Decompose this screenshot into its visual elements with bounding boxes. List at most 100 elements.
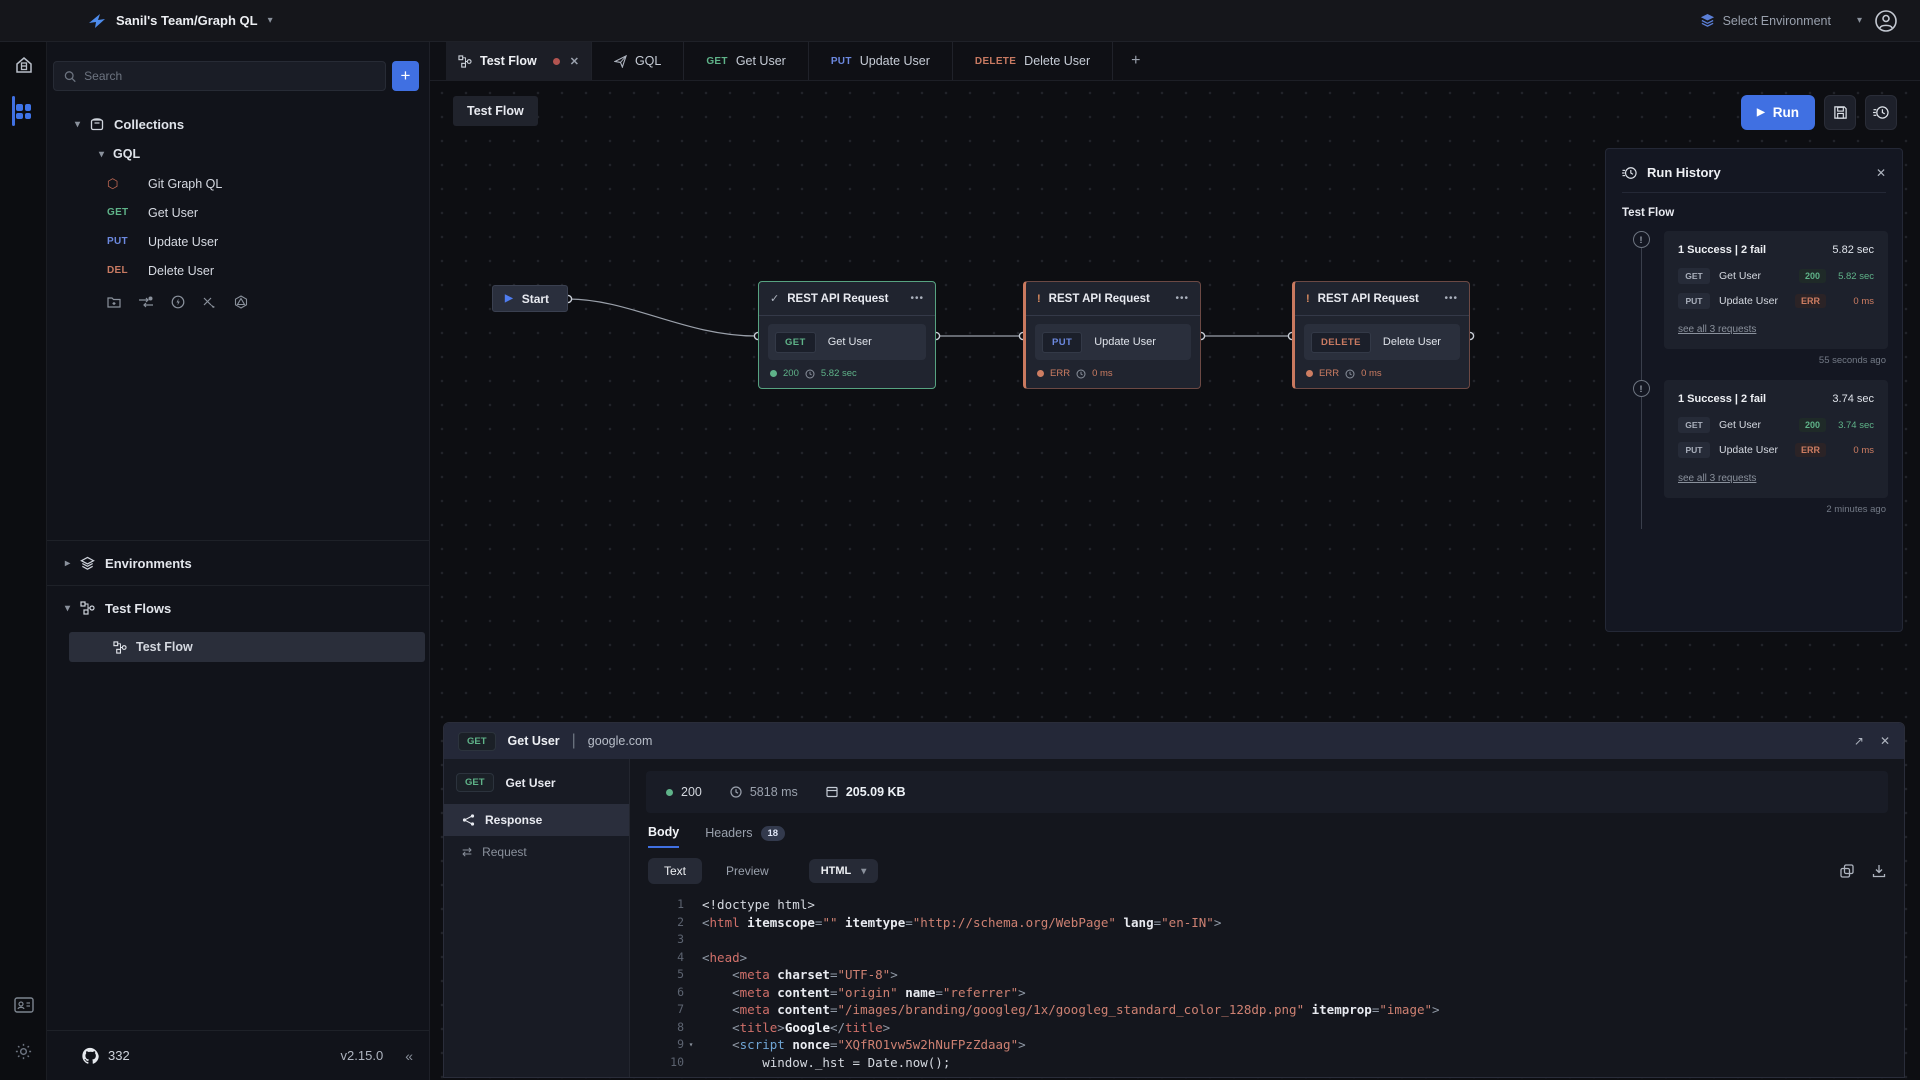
github-star-count: 332 (108, 1048, 130, 1063)
code-line[interactable]: 8 <title>Google</title> (646, 1019, 1888, 1037)
folder-gql[interactable]: ▾ GQL (47, 139, 429, 169)
bolt-circle-icon[interactable] (171, 295, 185, 309)
request-update-user[interactable]: PUT Update User (47, 227, 429, 256)
method-chip: PUT (1678, 293, 1710, 309)
status-dot (1306, 370, 1313, 377)
flow-canvas[interactable]: Test Flow ▶ Run (430, 81, 1920, 1080)
search-input-wrap (53, 61, 386, 91)
mode-text-button[interactable]: Text (648, 858, 702, 884)
tab-test-flow[interactable]: Test Flow ✕ (446, 42, 591, 80)
environments-layers-icon (80, 556, 95, 571)
tab-delete-user[interactable]: DELETE Delete User (952, 42, 1112, 80)
run-history-button[interactable] (1865, 95, 1897, 130)
clock-icon (730, 786, 742, 798)
run-history-panel: Run History ✕ Test Flow ! 1 Success | 2 … (1605, 148, 1903, 632)
node-rest-get[interactable]: ✓ REST API Request ••• GET Get User 200 … (758, 281, 936, 389)
rail-contact-button[interactable] (0, 982, 47, 1028)
expand-panel-icon[interactable]: ↗ (1854, 734, 1864, 748)
node-status: 200 5.82 sec (759, 360, 935, 379)
nav-item-request[interactable]: ⇄ Request (444, 836, 629, 868)
tab-headers[interactable]: Headers 18 (705, 826, 785, 848)
method-chip: GET (775, 332, 816, 353)
sidebar-item-test-flow[interactable]: Test Flow (69, 632, 425, 662)
rail-settings-button[interactable] (0, 1028, 47, 1074)
tab-get-user[interactable]: GET Get User (683, 42, 807, 80)
collapse-sidebar-button[interactable]: « (405, 1048, 413, 1064)
format-select[interactable]: HTML ▾ (809, 859, 879, 883)
start-node[interactable]: ▶ Start (492, 285, 568, 312)
workspace-switcher[interactable]: Sanil's Team/Graph QL ▾ (88, 13, 273, 29)
tab-update-user[interactable]: PUT Update User (808, 42, 952, 80)
run-button[interactable]: ▶ Run (1741, 95, 1815, 130)
tab-gql[interactable]: GQL (591, 42, 683, 80)
node-rest-put[interactable]: ! REST API Request ••• PUT Update User E… (1023, 281, 1201, 389)
history-icon (1873, 105, 1889, 120)
code-line[interactable]: 4<head> (646, 949, 1888, 967)
download-icon[interactable] (1872, 864, 1886, 878)
tab-body[interactable]: Body (648, 825, 679, 848)
nav-item-response[interactable]: Response (444, 804, 629, 836)
tab-label: GQL (635, 54, 661, 68)
node-menu-icon[interactable]: ••• (1444, 293, 1458, 304)
new-tab-button[interactable]: + (1112, 42, 1158, 80)
github-icon (81, 1047, 99, 1065)
environment-selector[interactable]: Select Environment ▾ (1700, 13, 1862, 28)
code-line[interactable]: 6 <meta content="origin" name="referrer"… (646, 984, 1888, 1002)
sequence-run-icon[interactable] (138, 296, 154, 309)
tab-label: Delete User (1024, 54, 1090, 68)
warning-icon: ! (1306, 293, 1310, 305)
gear-icon (14, 1042, 33, 1061)
test-flows-section[interactable]: ▾ Test Flows (47, 586, 429, 630)
graphql-settings-icon[interactable] (234, 295, 248, 309)
request-delete-user[interactable]: DEL Delete User (47, 256, 429, 285)
rail-collections-button[interactable] (0, 88, 47, 134)
close-panel-icon[interactable]: ✕ (1880, 734, 1890, 748)
code-generate-icon[interactable] (202, 296, 217, 309)
run-request-row: GET Get User 200 5.82 sec (1678, 268, 1874, 284)
github-stars[interactable]: 332 (81, 1047, 130, 1065)
environments-section[interactable]: ▸ Environments (47, 541, 429, 585)
collections-caret-icon: ▾ (75, 119, 80, 130)
mode-preview-button[interactable]: Preview (712, 858, 783, 884)
copy-icon[interactable] (1840, 864, 1854, 878)
rail-home-button[interactable] (0, 42, 47, 88)
clock-icon (1076, 369, 1086, 379)
tab-method: GET (706, 56, 727, 67)
run-duration: 5.82 sec (1832, 244, 1874, 256)
code-line[interactable]: 5 <meta charset="UTF-8"> (646, 966, 1888, 984)
method-chip: GET (458, 732, 496, 751)
add-collection-button[interactable]: + (392, 61, 419, 91)
node-rest-delete[interactable]: ! REST API Request ••• DELETE Delete Use… (1292, 281, 1470, 389)
node-request-box[interactable]: DELETE Delete User (1304, 324, 1460, 360)
run-card[interactable]: 1 Success | 2 fail 5.82 sec GET Get User… (1664, 231, 1888, 349)
code-line[interactable]: 1<!doctype html> (646, 896, 1888, 914)
run-request-row: PUT Update User ERR 0 ms (1678, 293, 1874, 309)
node-request-box[interactable]: PUT Update User (1035, 324, 1191, 360)
response-nav-request: GET Get User (444, 769, 629, 804)
node-menu-icon[interactable]: ••• (910, 293, 924, 304)
close-run-history-icon[interactable]: ✕ (1876, 166, 1886, 180)
new-folder-icon[interactable] (107, 296, 121, 308)
request-get-user[interactable]: GET Get User (47, 198, 429, 227)
close-tab-icon[interactable]: ✕ (570, 55, 579, 68)
code-line[interactable]: 7 <meta content="/images/branding/google… (646, 1001, 1888, 1019)
see-all-requests-link[interactable]: see all 3 requests (1678, 324, 1756, 335)
tab-method: PUT (831, 56, 852, 67)
collections-section-header[interactable]: ▾ Collections (47, 109, 429, 139)
run-card[interactable]: 1 Success | 2 fail 3.74 sec GET Get User… (1664, 380, 1888, 498)
code-line[interactable]: 2<html itemscope="" itemtype="http://sch… (646, 914, 1888, 932)
save-flow-button[interactable] (1824, 95, 1856, 130)
flow-icon (458, 55, 472, 68)
account-icon[interactable] (1874, 9, 1898, 33)
code-line[interactable]: 3 (646, 931, 1888, 949)
tab-method: DELETE (975, 56, 1016, 67)
code-line[interactable]: 9▾ <script nonce="XQfRO1vw5w2hNuFPzZdaag… (646, 1036, 1888, 1054)
search-input[interactable] (84, 69, 375, 83)
response-panel-header[interactable]: GET Get User | google.com ↗ ✕ (444, 723, 1904, 759)
response-code-editor[interactable]: 1<!doctype html>2<html itemscope="" item… (646, 892, 1888, 1077)
request-git-graph-ql[interactable]: ⬡ Git Graph QL (47, 169, 429, 198)
node-request-box[interactable]: GET Get User (768, 324, 926, 360)
see-all-requests-link[interactable]: see all 3 requests (1678, 473, 1756, 484)
node-menu-icon[interactable]: ••• (1175, 293, 1189, 304)
code-line[interactable]: 10 window._hst = Date.now(); (646, 1054, 1888, 1072)
